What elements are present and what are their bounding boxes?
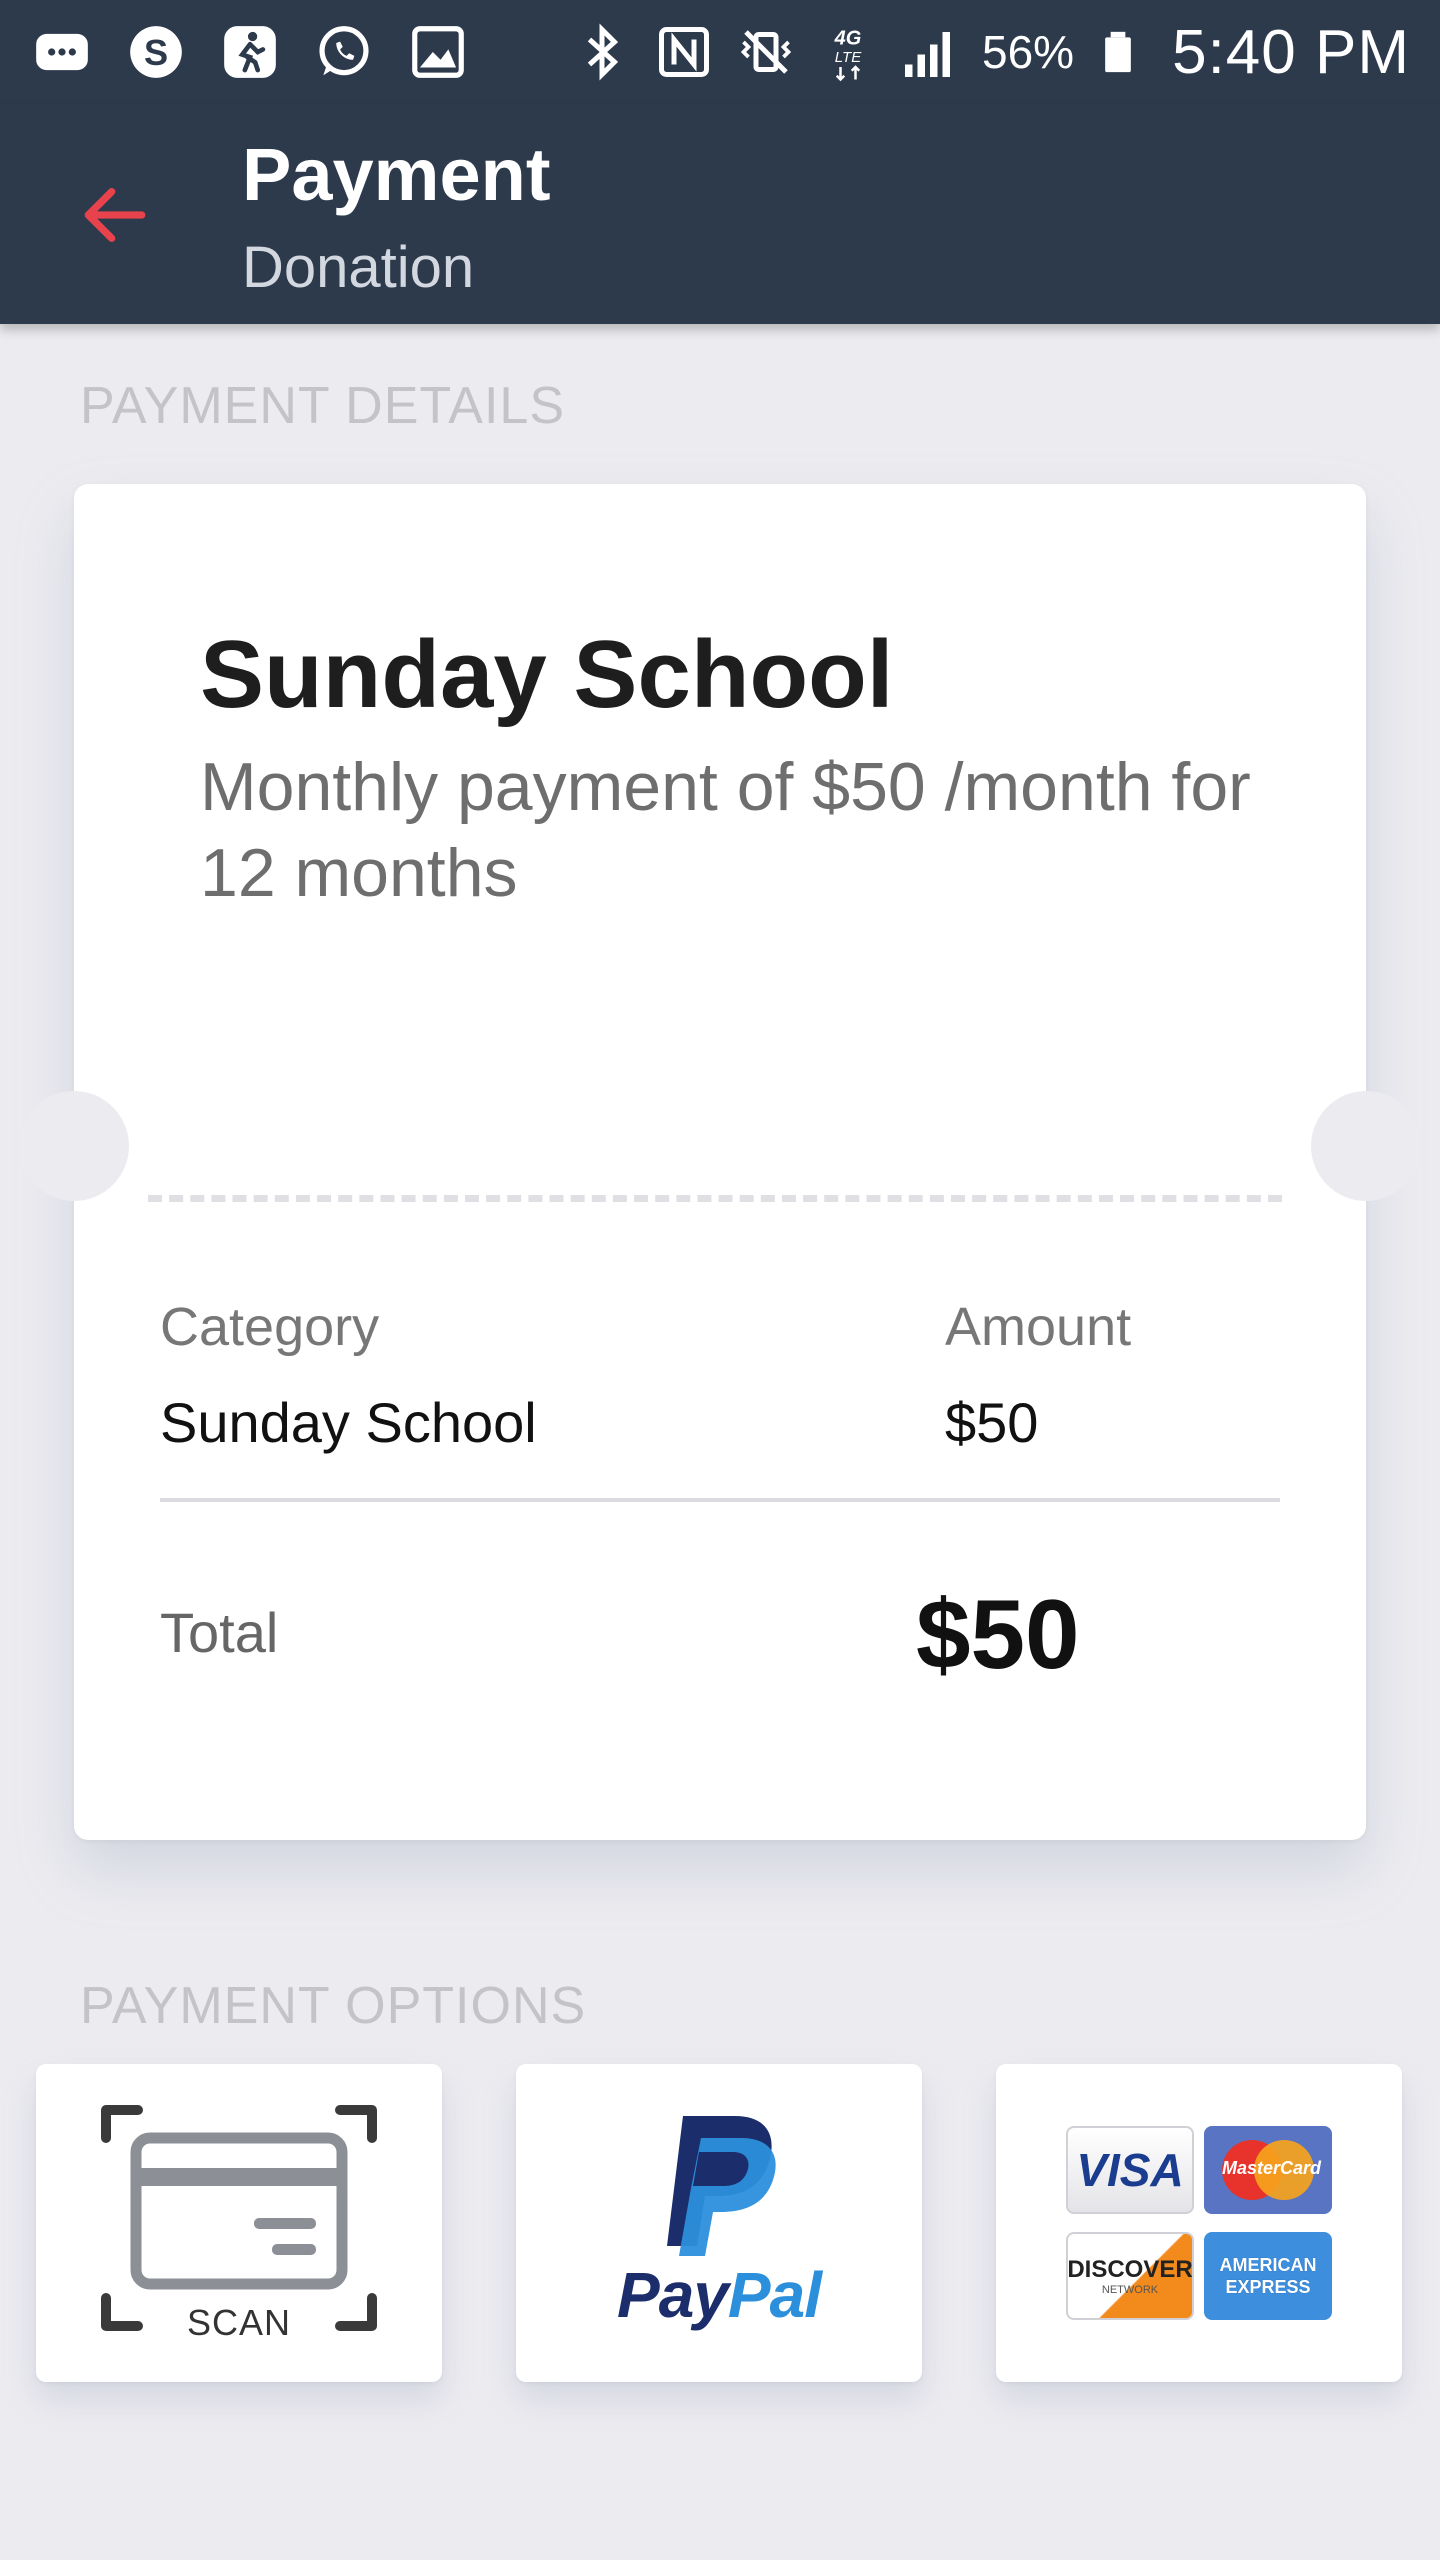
paypal-logo: PayPal [589,2108,849,2338]
payment-details-heading: PAYMENT DETAILS [80,377,566,435]
discover-logo: DISCOVER NETWORK [1066,2232,1194,2320]
ticket-perforation [148,1195,1282,1202]
paypal-icon [667,2116,776,2256]
amex-logo: AMERICAN EXPRESS [1204,2232,1332,2320]
status-bar-notifications: S [30,20,470,84]
page-title: Payment [242,133,551,216]
mastercard-logo: MasterCard [1204,2126,1332,2214]
svg-text:S: S [144,32,168,73]
details-divider [160,1498,1280,1502]
battery-percent: 56% [982,26,1075,78]
amount-header: Amount [945,1297,1132,1357]
arrow-left-icon [84,188,146,242]
battery-icon [1105,31,1131,73]
svg-text:LTE: LTE [835,49,862,66]
payment-options-heading: PAYMENT OPTIONS [80,1977,587,2035]
fitness-app-icon [218,20,282,84]
app-bar: Payment Donation [0,104,1440,324]
credit-card-button[interactable]: VISA MasterCard DISCOVER NETWORK AMERICA… [996,2064,1402,2382]
donation-title: Sunday School [200,621,894,728]
4g-lte-icon: 4GLTE [834,28,862,82]
vibrate-mute-icon [740,30,792,74]
messages-icon [30,20,94,84]
category-header: Category [160,1297,380,1357]
visa-logo: VISA [1066,2126,1194,2214]
total-value: $50 [916,1579,1080,1689]
signal-icon [905,32,951,77]
paypal-wordmark: PayPal [617,2259,822,2331]
scan-card-button[interactable]: SCAN [36,2064,442,2382]
scan-graphic: SCAN [94,2098,384,2348]
category-value: Sunday School [160,1391,537,1454]
skype-icon: S [124,20,188,84]
paypal-button[interactable]: PayPal [516,2064,922,2382]
whatsapp-icon [312,20,376,84]
page-subtitle: Donation [242,235,475,300]
ticket-notch-right [1311,1091,1421,1201]
donation-description: Monthly payment of $50 /month for 12 mon… [200,749,1251,911]
total-label: Total [160,1601,279,1664]
clock: 5:40 PM [1172,17,1410,87]
nfc-icon [659,27,710,77]
gallery-icon [406,20,470,84]
back-button[interactable] [70,170,160,260]
bluetooth-icon [587,23,619,81]
amount-value: $50 [945,1391,1039,1454]
status-bar-system: 4G LTE 56% 5:40 PM [572,17,1410,88]
ticket-notch-left [19,1091,129,1201]
scan-label: SCAN [186,2302,292,2343]
status-bar: S 4G LTE 56% 5:40 PM [0,0,1440,104]
credit-cards-icon: VISA MasterCard DISCOVER NETWORK AMERICA… [1066,2126,1332,2320]
svg-text:4G: 4G [834,28,862,50]
